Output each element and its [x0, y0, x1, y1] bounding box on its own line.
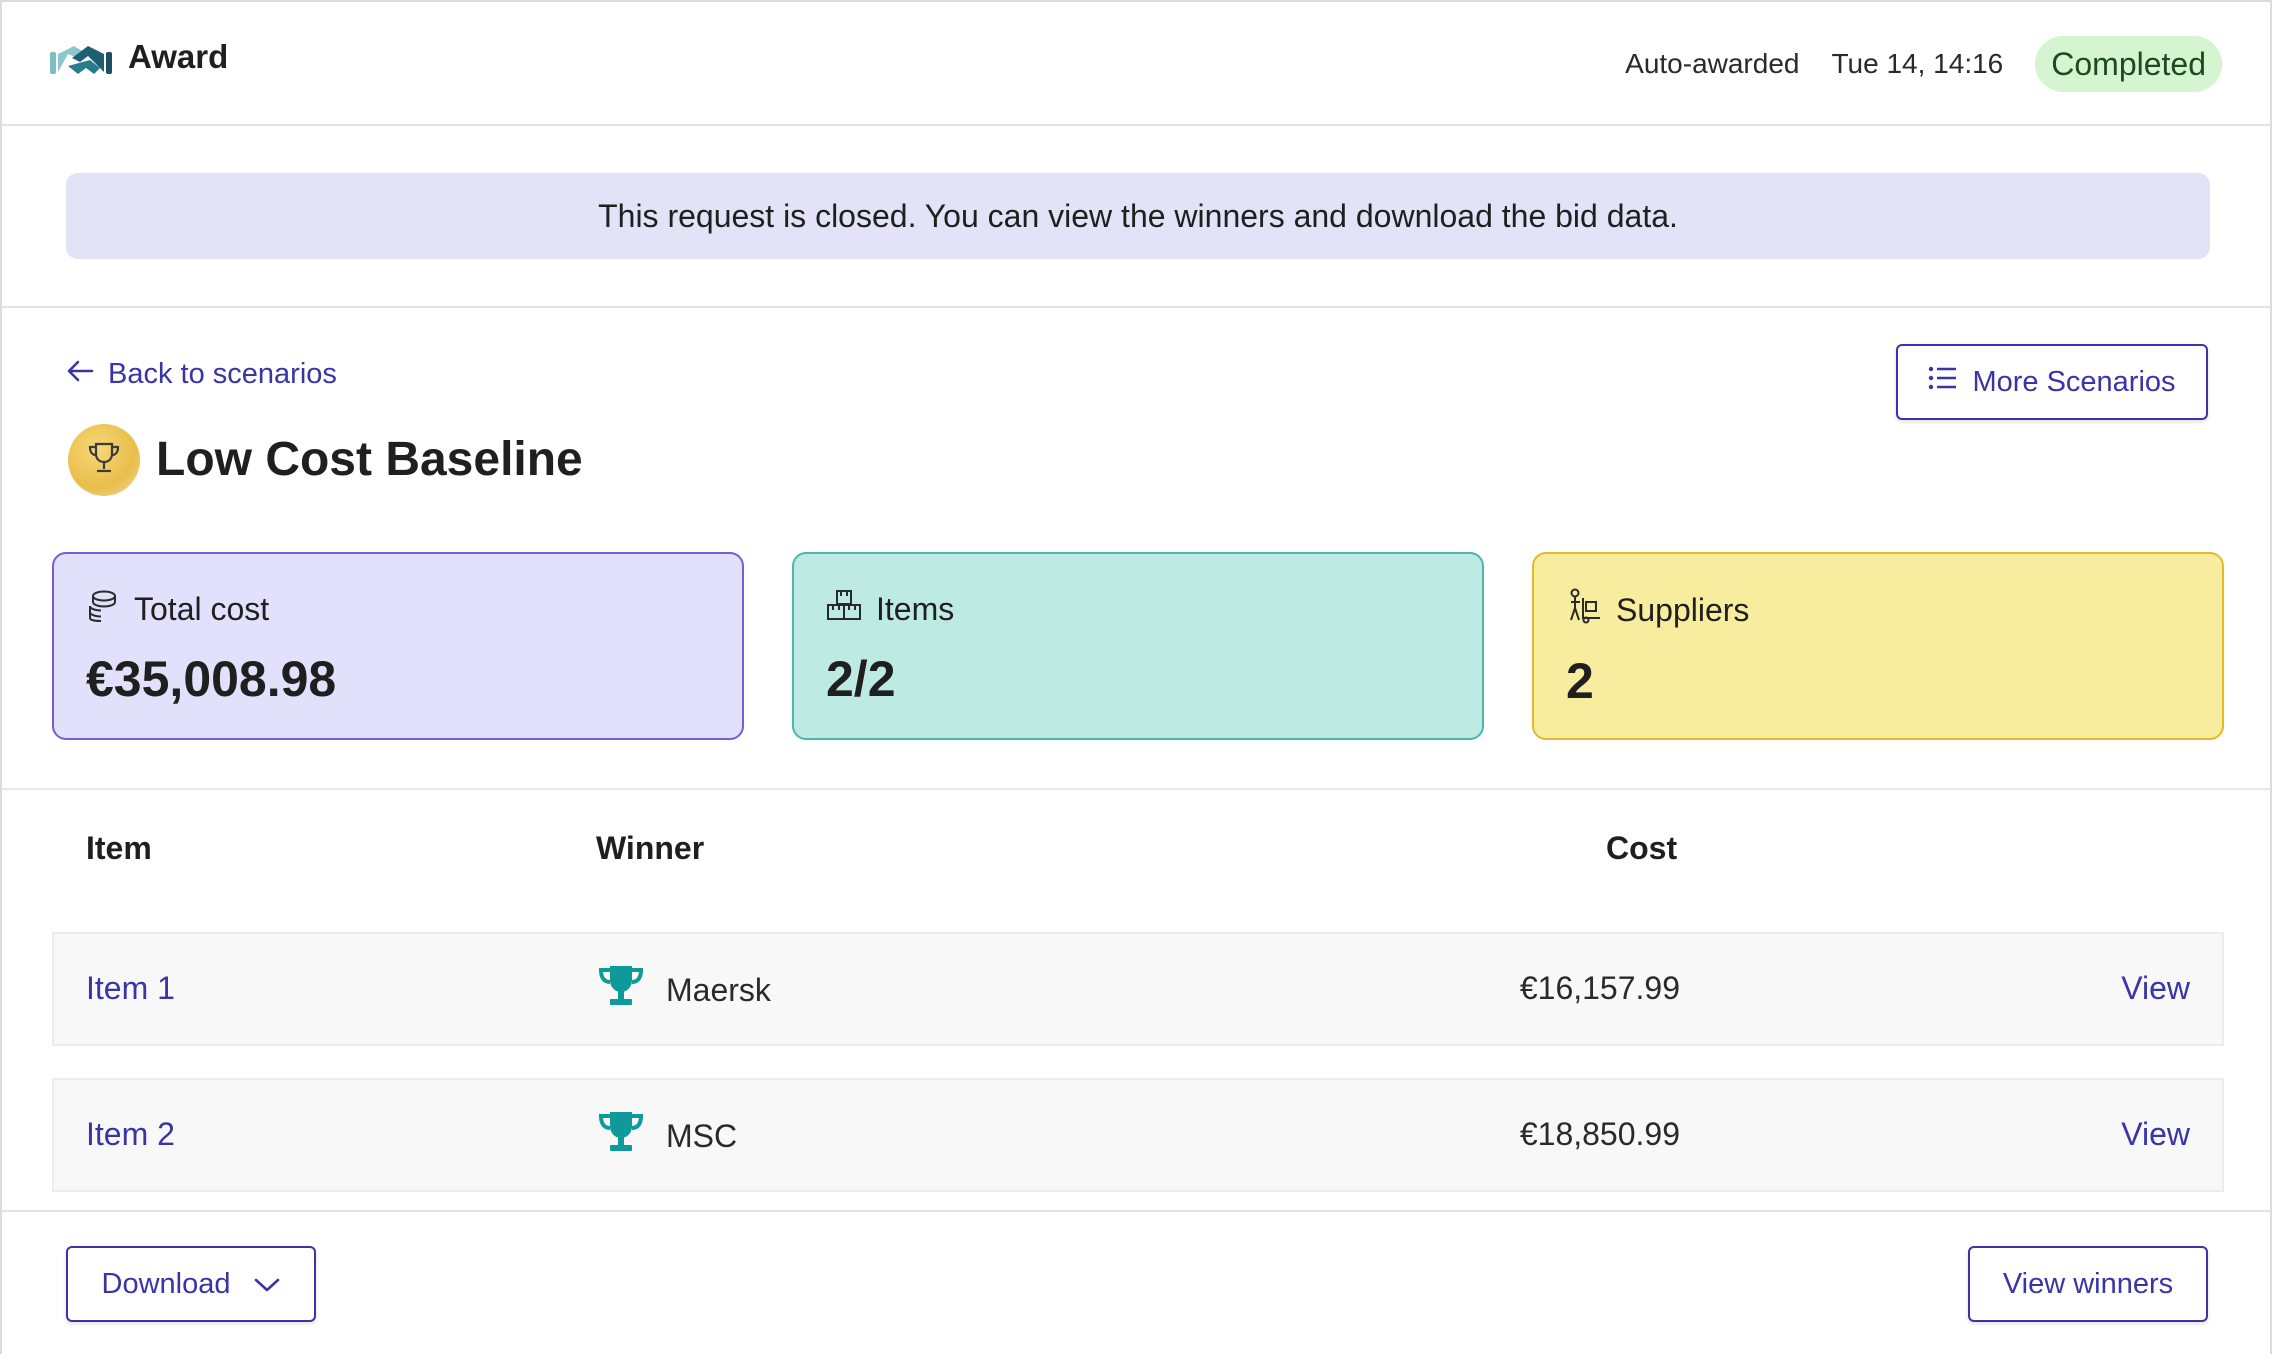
award-mode-label: Auto-awarded — [1625, 48, 1800, 79]
app-title: Award — [128, 38, 229, 75]
header: Award Auto-awarded Tue 14, 14:16 Complet… — [2, 2, 2270, 126]
table-row: Item 2 MSC €18,850.99 View — [52, 1078, 2224, 1192]
chevron-down-icon — [254, 1268, 280, 1301]
cost-value: €16,157.99 — [1519, 970, 1680, 1006]
view-link[interactable]: View — [2121, 970, 2190, 1007]
item-link[interactable]: Item 1 — [86, 970, 175, 1007]
items-label: Items — [876, 590, 955, 627]
winner-name: MSC — [666, 1117, 738, 1154]
arrow-left-icon — [66, 358, 94, 391]
footer-bar: Download View winners — [2, 1210, 2270, 1356]
handshake-logo-icon — [50, 42, 112, 84]
scenario-trophy-badge — [68, 424, 140, 496]
banner-message: This request is closed. You can view the… — [598, 197, 1678, 234]
download-label: Download — [101, 1267, 231, 1300]
cost-value: €18,850.99 — [1519, 1116, 1680, 1152]
table-row: Item 1 Maersk €16,157.99 View — [52, 932, 2224, 1046]
column-header-winner: Winner — [596, 830, 705, 866]
winner-cell: Maersk — [596, 962, 771, 1018]
download-button[interactable]: Download — [66, 1246, 316, 1322]
items-value: 2/2 — [826, 651, 896, 707]
column-header-cost: Cost — [1606, 830, 1678, 866]
banner-section: This request is closed. You can view the… — [2, 126, 2270, 308]
coins-icon — [86, 588, 120, 630]
more-scenarios-label: More Scenarios — [1972, 365, 2176, 398]
view-link[interactable]: View — [2121, 1116, 2190, 1153]
award-timestamp: Tue 14, 14:16 — [1831, 48, 2004, 79]
total-cost-value: €35,008.98 — [86, 651, 337, 707]
back-to-scenarios-label: Back to scenarios — [108, 358, 337, 390]
suppliers-card: Suppliers 2 — [1532, 552, 2224, 740]
trophy-icon — [596, 1108, 646, 1164]
items-card: Items 2/2 — [792, 552, 1484, 740]
more-scenarios-button[interactable]: More Scenarios — [1896, 344, 2208, 420]
winner-cell: MSC — [596, 1108, 737, 1164]
list-icon — [1928, 365, 1958, 399]
status-badge: Completed — [2035, 36, 2222, 92]
suppliers-label: Suppliers — [1616, 591, 1750, 628]
column-header-item: Item — [86, 830, 152, 866]
header-meta: Auto-awarded Tue 14, 14:16 Completed — [1625, 36, 2222, 92]
suppliers-value: 2 — [1566, 653, 1594, 709]
supplier-dolly-icon — [1566, 588, 1602, 632]
winners-table: Item Winner Cost Item 1 Maersk €16,157.9… — [2, 788, 2270, 1212]
total-cost-label: Total cost — [134, 590, 270, 627]
trophy-outline-icon — [84, 438, 124, 483]
view-winners-label: View winners — [2002, 1267, 2174, 1300]
back-to-scenarios-link[interactable]: Back to scenarios — [66, 358, 337, 391]
winner-name: Maersk — [666, 971, 771, 1008]
trophy-icon — [596, 962, 646, 1018]
boxes-icon — [826, 588, 862, 630]
total-cost-card: Total cost €35,008.98 — [52, 552, 744, 740]
scenario-title: Low Cost Baseline — [156, 433, 583, 486]
item-link[interactable]: Item 2 — [86, 1116, 175, 1153]
award-page: Award Auto-awarded Tue 14, 14:16 Complet… — [0, 0, 2272, 1356]
view-winners-button[interactable]: View winners — [1968, 1246, 2208, 1322]
closed-request-banner: This request is closed. You can view the… — [66, 173, 2210, 259]
